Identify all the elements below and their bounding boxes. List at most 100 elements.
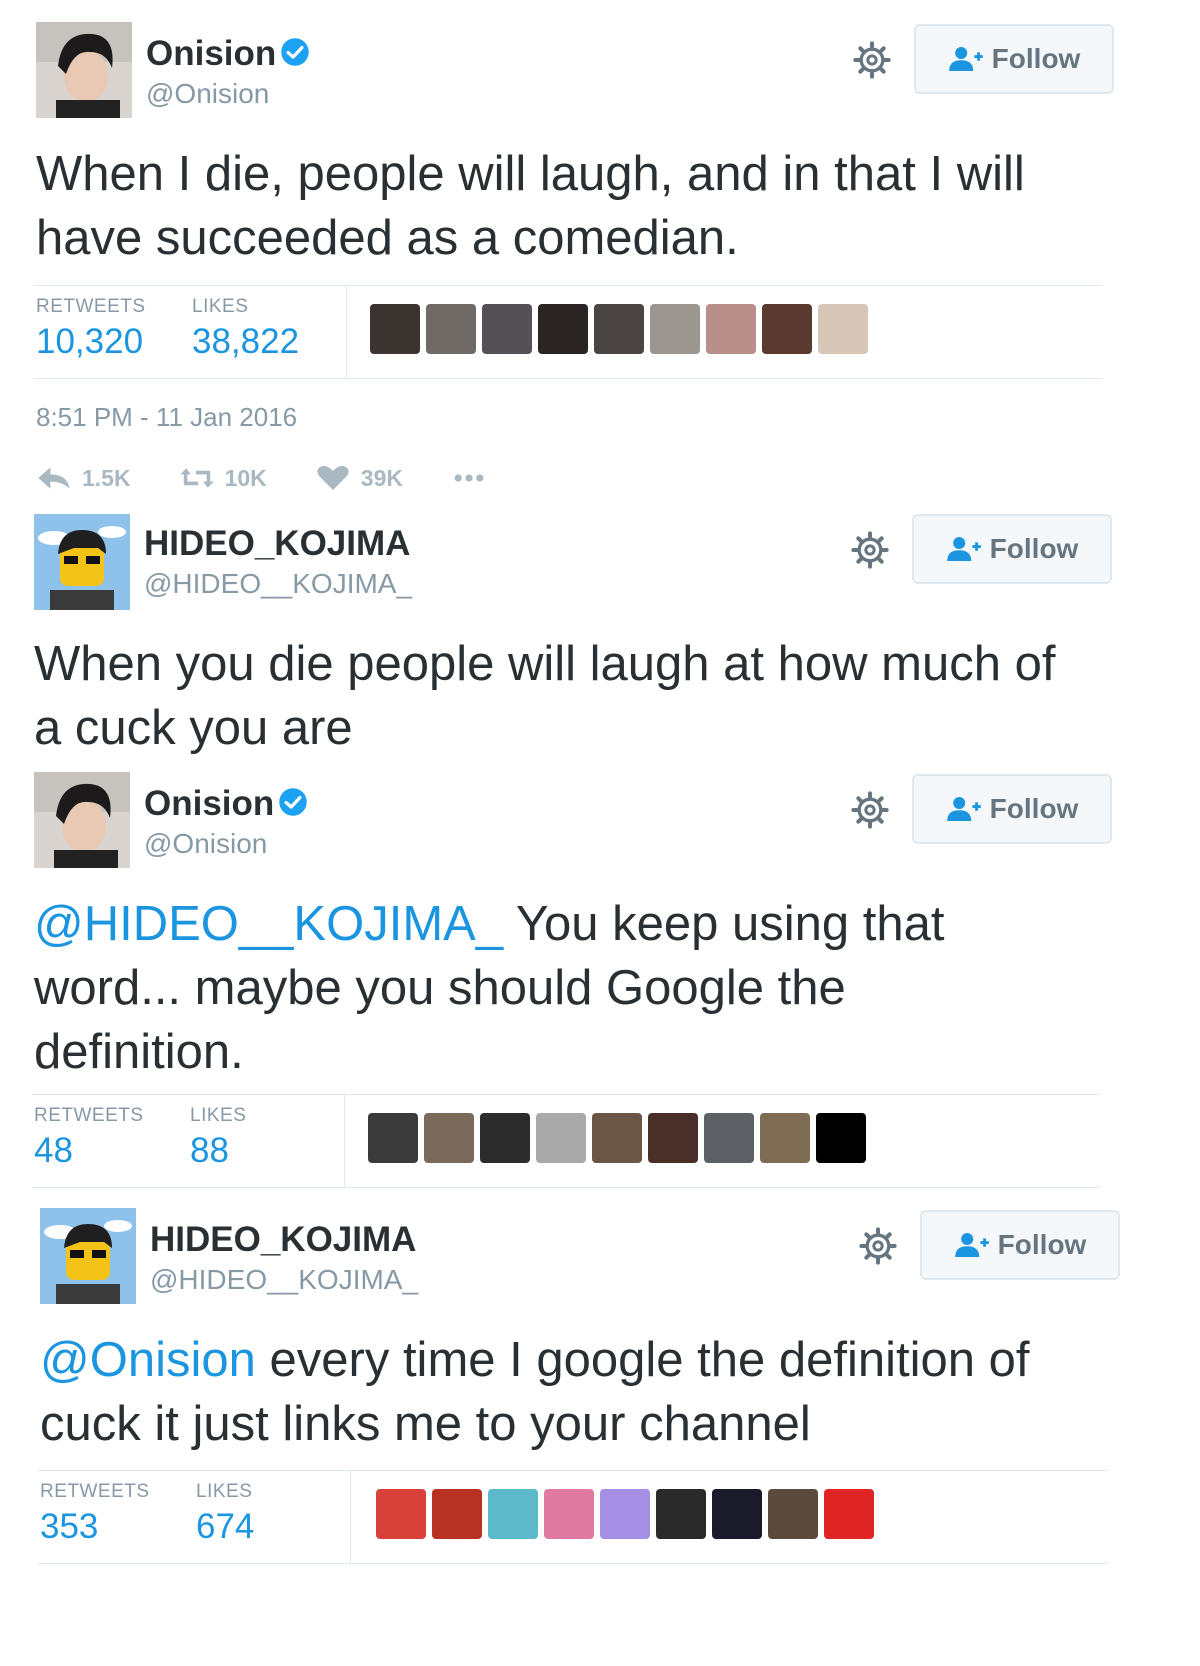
liker-avatar[interactable]: [480, 1113, 530, 1163]
retweets-stat[interactable]: RETWEETS 10,320: [36, 296, 146, 362]
retweet-count: 10K: [224, 464, 267, 491]
follow-label: Follow: [989, 793, 1079, 824]
tweet-text: @HIDEO__KOJIMA_ You keep using that word…: [34, 892, 944, 1084]
more-dots-icon: [454, 474, 484, 482]
tweet-timestamp[interactable]: 8:51 PM - 11 Jan 2016: [36, 402, 297, 433]
liker-avatar[interactable]: [536, 1113, 586, 1163]
liker-avatar[interactable]: [426, 304, 476, 354]
verified-badge-icon: [279, 788, 308, 816]
liker-avatar[interactable]: [648, 1113, 698, 1163]
gear-icon[interactable]: [858, 1226, 898, 1266]
retweets-stat[interactable]: RETWEETS 48: [34, 1105, 144, 1171]
author-name[interactable]: HIDEO_KOJIMA: [144, 524, 410, 564]
retweets-count: 48: [34, 1131, 73, 1170]
tweet-actions: 1.5K 10K 39K: [36, 463, 535, 493]
reply-count: 1.5K: [82, 464, 131, 491]
more-action[interactable]: [451, 463, 487, 493]
mention-link[interactable]: @HIDEO__KOJIMA_: [34, 897, 503, 951]
tweet-text-line: When I die, people will laugh, and in th…: [36, 147, 1025, 201]
liker-avatar[interactable]: [650, 304, 700, 354]
add-user-icon: [948, 47, 983, 71]
author-handle[interactable]: @HIDEO__KOJIMA_: [144, 568, 412, 600]
follow-button[interactable]: Follow: [912, 514, 1112, 584]
liker-avatar[interactable]: [370, 304, 420, 354]
tweet-text-segment: every time I google the definition of: [255, 1333, 1030, 1387]
avatar-hideo-kojima[interactable]: [40, 1208, 136, 1304]
likers-avatars: [370, 304, 868, 354]
likes-count: 88: [190, 1131, 229, 1170]
author-name[interactable]: HIDEO_KOJIMA: [150, 1220, 416, 1260]
tweet-text-segment: You keep using that: [503, 897, 945, 951]
avatar-hideo-kojima[interactable]: [34, 514, 130, 610]
stats-divider: [346, 286, 347, 378]
follow-button[interactable]: Follow: [912, 774, 1112, 844]
liker-avatar[interactable]: [760, 1113, 810, 1163]
likes-label: LIKES: [190, 1105, 247, 1126]
follow-button[interactable]: Follow: [914, 24, 1114, 94]
retweet-action[interactable]: 10K: [179, 463, 267, 493]
liker-avatar[interactable]: [488, 1489, 538, 1539]
tweet-text: When you die people will laugh at how mu…: [34, 632, 1055, 760]
stats-divider: [350, 1471, 351, 1563]
liker-avatar[interactable]: [594, 304, 644, 354]
author-name[interactable]: Onision: [144, 784, 308, 824]
liker-avatar[interactable]: [592, 1113, 642, 1163]
liker-avatar[interactable]: [424, 1113, 474, 1163]
author-handle[interactable]: @Onision: [144, 828, 267, 860]
likes-label: LIKES: [196, 1481, 253, 1502]
add-user-icon: [946, 537, 981, 561]
reply-icon: [38, 467, 70, 489]
tweet-text: When I die, people will laugh, and in th…: [36, 142, 1025, 270]
author-handle[interactable]: @Onision: [146, 78, 269, 110]
tweet-text: @Onision every time I google the definit…: [40, 1328, 1029, 1456]
verified-badge-icon: [281, 38, 310, 66]
likes-count: 38,822: [192, 322, 300, 361]
liker-avatar[interactable]: [712, 1489, 762, 1539]
tweet-stats: RETWEETS 10,320 LIKES 38,822: [34, 285, 1102, 379]
like-count: 39K: [360, 464, 403, 491]
likers-avatars: [376, 1489, 874, 1539]
heart-icon: [317, 466, 349, 490]
liker-avatar[interactable]: [432, 1489, 482, 1539]
likes-stat[interactable]: LIKES 38,822: [192, 296, 299, 362]
liker-avatar[interactable]: [706, 304, 756, 354]
author-name[interactable]: Onision: [146, 34, 310, 74]
liker-avatar[interactable]: [824, 1489, 874, 1539]
avatar-onision[interactable]: [36, 22, 132, 118]
mention-link[interactable]: @Onision: [40, 1333, 256, 1387]
tweet-text-line: a cuck you are: [34, 701, 353, 755]
add-user-icon: [946, 797, 981, 821]
liker-avatar[interactable]: [482, 304, 532, 354]
like-action[interactable]: 39K: [315, 463, 403, 493]
tweet-text-line: When you die people will laugh at how mu…: [34, 637, 1056, 691]
liker-avatar[interactable]: [656, 1489, 706, 1539]
author-handle[interactable]: @HIDEO__KOJIMA_: [150, 1264, 418, 1296]
retweets-stat[interactable]: RETWEETS 353: [40, 1481, 150, 1547]
retweets-count: 353: [40, 1507, 99, 1546]
reply-action[interactable]: 1.5K: [36, 463, 131, 493]
author-name-text: Onision: [144, 784, 275, 823]
liker-avatar[interactable]: [600, 1489, 650, 1539]
retweets-label: RETWEETS: [34, 1105, 144, 1126]
add-user-icon: [954, 1233, 989, 1257]
liker-avatar[interactable]: [768, 1489, 818, 1539]
liker-avatar[interactable]: [704, 1113, 754, 1163]
liker-avatar[interactable]: [818, 304, 868, 354]
retweet-icon: [179, 468, 214, 488]
follow-label: Follow: [989, 533, 1079, 564]
liker-avatar[interactable]: [376, 1489, 426, 1539]
gear-icon[interactable]: [852, 40, 892, 80]
likes-stat[interactable]: LIKES 674: [196, 1481, 254, 1547]
avatar-hideo-kojima-image: [34, 514, 130, 610]
gear-icon[interactable]: [850, 790, 890, 830]
liker-avatar[interactable]: [544, 1489, 594, 1539]
gear-icon[interactable]: [850, 530, 890, 570]
retweets-label: RETWEETS: [36, 296, 146, 317]
liker-avatar[interactable]: [816, 1113, 866, 1163]
avatar-onision[interactable]: [34, 772, 130, 868]
liker-avatar[interactable]: [762, 304, 812, 354]
liker-avatar[interactable]: [538, 304, 588, 354]
likes-stat[interactable]: LIKES 88: [190, 1105, 246, 1171]
follow-button[interactable]: Follow: [920, 1210, 1120, 1280]
liker-avatar[interactable]: [368, 1113, 418, 1163]
